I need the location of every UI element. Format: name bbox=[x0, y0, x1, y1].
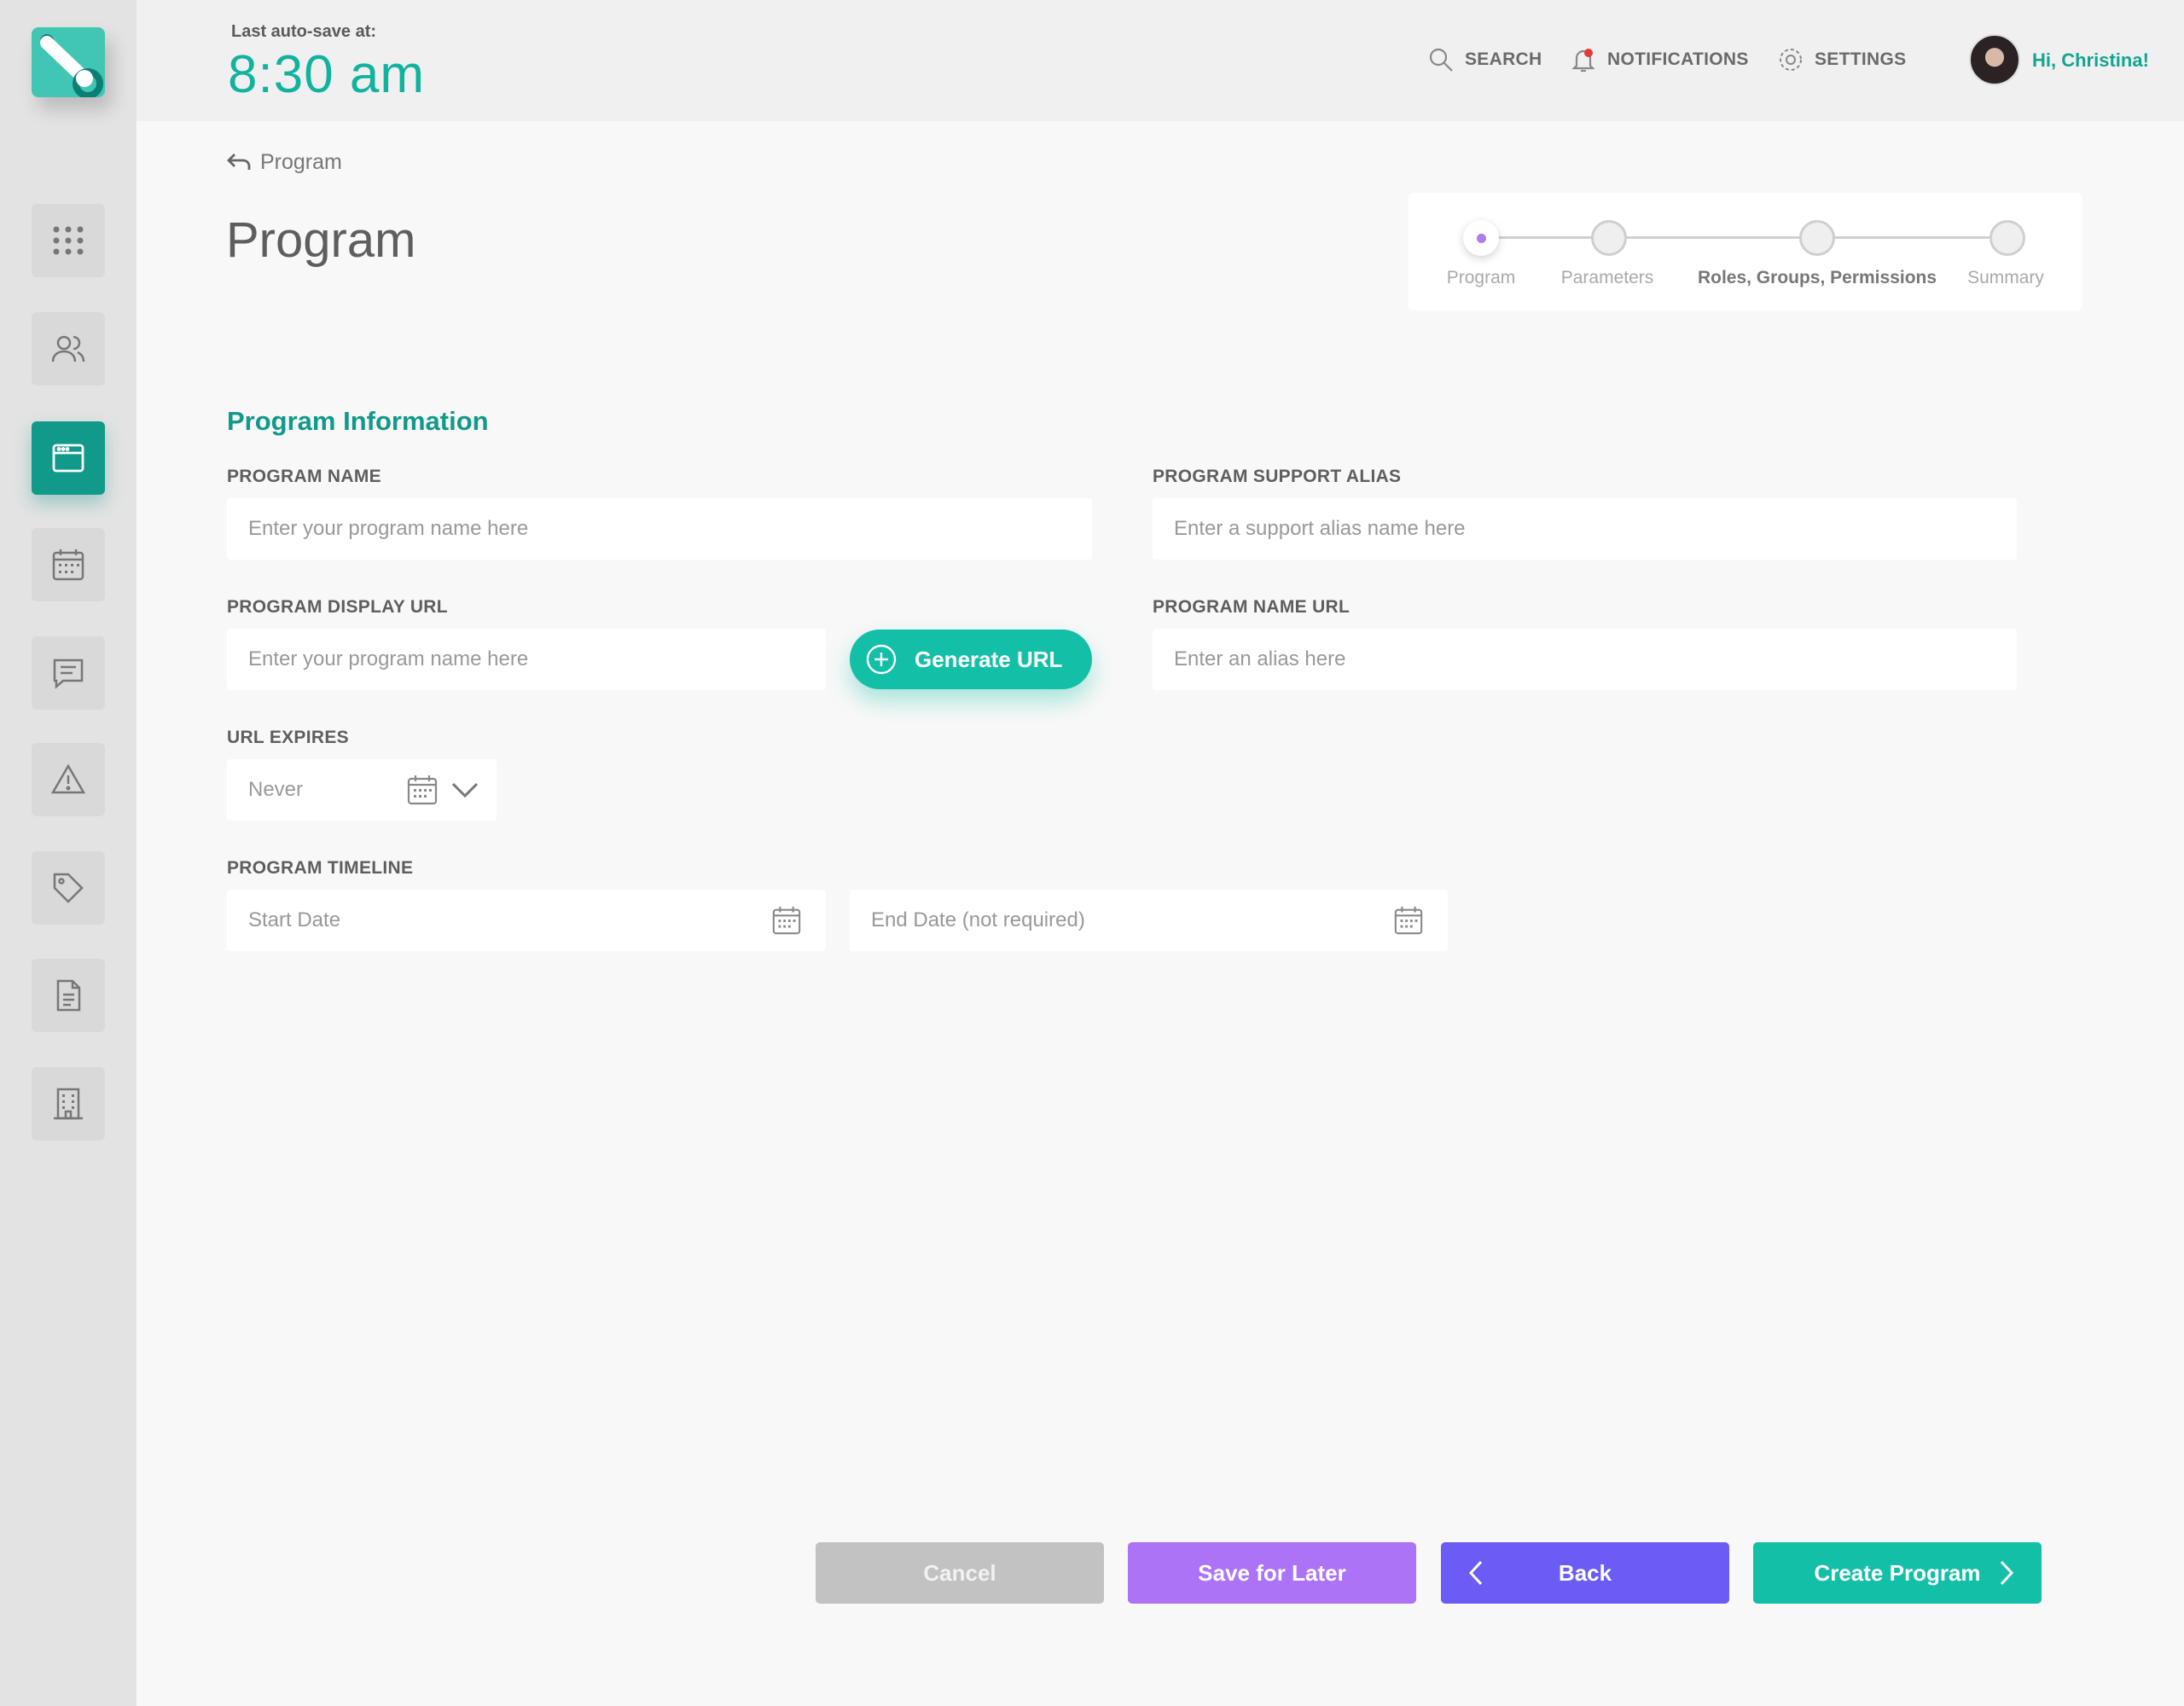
step-label-roles: Roles, Groups, Permissions bbox=[1697, 268, 1937, 287]
program-name-label: PROGRAM NAME bbox=[227, 467, 381, 486]
top-header: Last auto-save at: 8:30 am SEARCH NOTIFI… bbox=[136, 0, 2184, 121]
sidebar-item-apps[interactable] bbox=[32, 204, 105, 277]
breadcrumb-label: Program bbox=[260, 150, 342, 174]
create-program-button[interactable]: Create Program bbox=[1753, 1542, 2042, 1604]
tag-icon bbox=[53, 873, 84, 903]
notifications-button[interactable]: NOTIFICATIONS bbox=[1570, 46, 1749, 73]
sidebar-item-users[interactable] bbox=[32, 312, 105, 386]
name-url-label: PROGRAM NAME URL bbox=[1153, 597, 1350, 617]
end-date-placeholder: End Date (not required) bbox=[871, 908, 1085, 931]
section-title: Program Information bbox=[227, 406, 489, 436]
url-expires-select[interactable]: Never bbox=[227, 759, 497, 821]
timeline-label: PROGRAM TIMELINE bbox=[227, 858, 414, 878]
building-icon bbox=[54, 1088, 83, 1120]
program-name-input[interactable]: Enter your program name here bbox=[227, 498, 1092, 560]
generate-url-button[interactable]: Generate URL bbox=[850, 630, 1092, 689]
sidebar-item-alerts[interactable] bbox=[32, 743, 105, 816]
step-label-summary: Summary bbox=[1967, 268, 2044, 287]
settings-label: SETTINGS bbox=[1815, 49, 1907, 69]
support-alias-input[interactable]: Enter a support alias name here bbox=[1153, 498, 2017, 560]
step-summary[interactable] bbox=[1989, 220, 2025, 256]
document-icon bbox=[56, 979, 81, 1012]
sidebar bbox=[0, 0, 136, 1706]
user-avatar[interactable] bbox=[1969, 34, 2020, 85]
search-button[interactable]: SEARCH bbox=[1427, 46, 1542, 73]
step-label-parameters: Parameters bbox=[1560, 268, 1654, 287]
chat-icon bbox=[53, 659, 84, 689]
program-window-icon bbox=[52, 444, 84, 473]
page-title: Program bbox=[226, 212, 416, 268]
name-url-input[interactable]: Enter an alias here bbox=[1153, 629, 2017, 690]
settings-button[interactable]: SETTINGS bbox=[1777, 46, 1906, 73]
step-program[interactable] bbox=[1463, 220, 1499, 256]
end-date-input[interactable]: End Date (not required) bbox=[850, 890, 1448, 951]
sidebar-item-calendar[interactable] bbox=[32, 528, 105, 601]
back-button[interactable]: Back bbox=[1441, 1542, 1729, 1604]
users-icon bbox=[51, 335, 85, 363]
plus-circle-icon bbox=[866, 644, 897, 675]
cancel-button[interactable]: Cancel bbox=[816, 1542, 1104, 1604]
chevron-right-icon bbox=[2000, 1560, 2014, 1586]
bell-icon bbox=[1571, 49, 1595, 73]
sidebar-item-documents[interactable] bbox=[32, 959, 105, 1032]
display-url-input[interactable]: Enter your program name here bbox=[227, 629, 826, 690]
autosave-label: Last auto-save at: bbox=[231, 22, 377, 41]
start-date-placeholder: Start Date bbox=[248, 908, 341, 931]
step-label-program: Program bbox=[1446, 268, 1516, 287]
progress-stepper: Program Parameters Roles, Groups, Permis… bbox=[1409, 193, 2082, 310]
apps-grid-icon bbox=[53, 226, 84, 255]
breadcrumb[interactable]: Program bbox=[226, 150, 342, 175]
display-url-label: PROGRAM DISPLAY URL bbox=[227, 597, 448, 617]
start-date-input[interactable]: Start Date bbox=[227, 890, 826, 951]
calendar-icon[interactable] bbox=[771, 905, 802, 936]
back-label: Back bbox=[1558, 1559, 1612, 1586]
autosave-time: 8:30 am bbox=[228, 45, 426, 104]
sidebar-item-program[interactable] bbox=[32, 421, 105, 495]
chevron-left-icon bbox=[1468, 1560, 1483, 1586]
search-icon bbox=[1429, 48, 1453, 72]
user-greeting[interactable]: Hi, Christina! bbox=[2032, 49, 2149, 72]
save-later-label: Save for Later bbox=[1198, 1559, 1346, 1586]
generate-url-label: Generate URL bbox=[915, 646, 1063, 672]
url-expires-label: URL EXPIRES bbox=[227, 728, 349, 747]
search-label: SEARCH bbox=[1465, 49, 1542, 69]
cancel-label: Cancel bbox=[923, 1559, 996, 1586]
chevron-down-icon[interactable] bbox=[450, 778, 479, 802]
app-logo[interactable] bbox=[32, 27, 105, 97]
step-parameters[interactable] bbox=[1591, 220, 1627, 256]
step-roles-groups-permissions[interactable] bbox=[1799, 220, 1835, 256]
sidebar-item-organization[interactable] bbox=[32, 1067, 105, 1140]
calendar-icon bbox=[52, 549, 84, 581]
sidebar-item-tags[interactable] bbox=[32, 851, 105, 925]
save-later-button[interactable]: Save for Later bbox=[1128, 1542, 1416, 1604]
create-program-label: Create Program bbox=[1814, 1559, 1981, 1586]
calendar-icon[interactable] bbox=[1393, 905, 1424, 936]
sidebar-item-messages[interactable] bbox=[32, 636, 105, 710]
support-alias-label: PROGRAM SUPPORT ALIAS bbox=[1153, 467, 1402, 486]
gear-icon bbox=[1780, 49, 1802, 71]
notifications-label: NOTIFICATIONS bbox=[1607, 49, 1749, 69]
calendar-icon bbox=[407, 775, 438, 805]
warning-icon bbox=[50, 763, 86, 794]
url-expires-value: Never bbox=[248, 778, 304, 801]
back-arrow-icon bbox=[227, 153, 251, 170]
